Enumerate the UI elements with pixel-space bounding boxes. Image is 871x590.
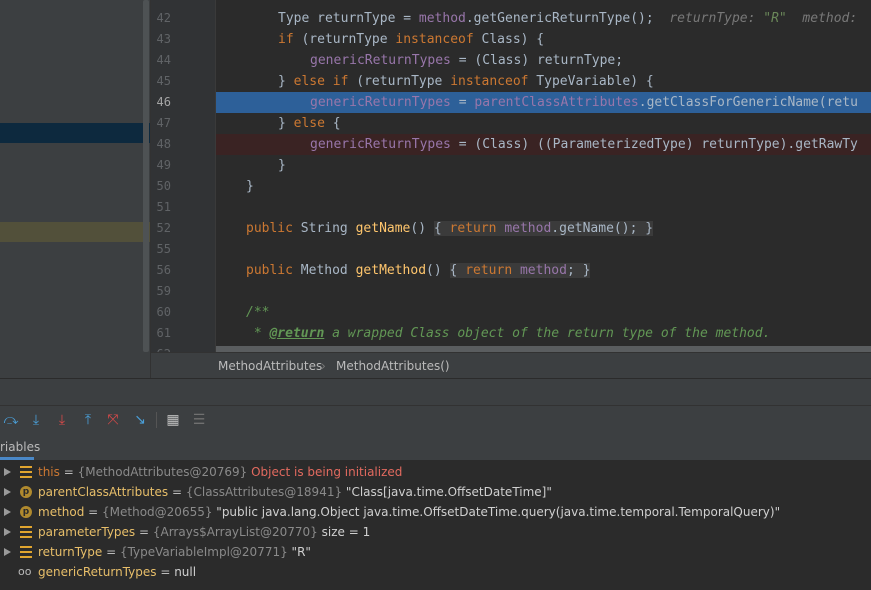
code-comment: /** <box>246 305 270 320</box>
show-execution-point-icon[interactable]: ⤼ <box>2 411 20 429</box>
variable-text: returnType = {TypeVariableImpl@20771} "R… <box>38 545 311 559</box>
line-number: 50 <box>156 179 171 193</box>
breadcrumb-separator: › <box>321 359 326 373</box>
code-text: genericReturnTypes = (Class) ((Parameter… <box>310 137 858 152</box>
tab-variables[interactable]: riables <box>0 434 46 460</box>
code-text: if (returnType instanceof Class) { <box>278 32 545 47</box>
variable-text: method = {Method@20655} "public java.lan… <box>38 505 781 519</box>
local-variable-icon <box>20 546 32 558</box>
code-text: } else { <box>278 116 341 131</box>
line-number: 59 <box>156 284 171 298</box>
line-number: 60 <box>156 305 171 319</box>
toolbar-separator <box>156 412 157 428</box>
watch-field-icon: oo <box>18 565 32 578</box>
tab-variables-label: riables <box>0 440 41 454</box>
code-line[interactable]: public String getName() { return method.… <box>216 218 871 239</box>
code-line[interactable]: } <box>216 176 871 197</box>
variable-text: parentClassAttributes = {ClassAttributes… <box>38 485 552 499</box>
line-number: 49 <box>156 158 171 172</box>
parameter-icon: p <box>20 506 32 518</box>
breadcrumb-item-method[interactable]: MethodAttributes() <box>336 359 450 373</box>
project-panel-scrollbar[interactable] <box>143 0 149 352</box>
line-number: 48 <box>156 137 171 151</box>
project-tree-selected-row[interactable] <box>0 123 150 143</box>
line-number: 46 <box>156 95 171 109</box>
variable-row[interactable]: returnType = {TypeVariableImpl@20771} "R… <box>0 542 871 562</box>
code-line[interactable]: if (returnType instanceof Class) { <box>216 29 871 50</box>
code-line[interactable]: } else if (returnType instanceof TypeVar… <box>216 71 871 92</box>
local-variable-icon <box>20 526 32 538</box>
project-tree-highlighted-row[interactable] <box>0 222 150 242</box>
line-number: 43 <box>156 32 171 46</box>
variable-text: parameterTypes = {Arrays$ArrayList@20770… <box>38 525 371 539</box>
code-line[interactable]: } <box>216 155 871 176</box>
expand-arrow-icon[interactable] <box>4 548 11 556</box>
code-comment: * @return a wrapped Class object of the … <box>246 326 771 341</box>
debug-tool-window-header <box>0 378 871 406</box>
breakpoint-line[interactable]: genericReturnTypes = (Class) ((Parameter… <box>216 134 871 155</box>
variable-text: genericReturnTypes = null <box>38 565 197 579</box>
code-line[interactable] <box>216 197 871 218</box>
debugger-tabs: riables <box>0 434 871 461</box>
line-number: 61 <box>156 326 171 340</box>
trace-icon[interactable]: ☰ <box>190 411 208 429</box>
line-number: 51 <box>156 200 171 214</box>
parameter-icon: p <box>20 486 32 498</box>
line-numbers: 42 43 44 45 46 47 48 49 50 51 52 55 56 5… <box>151 0 215 352</box>
code-line[interactable]: * @return a wrapped Class object of the … <box>216 323 871 344</box>
step-into-icon[interactable]: ⤓ <box>53 411 71 429</box>
line-number: 44 <box>156 53 171 67</box>
code-text: Type returnType = method.getGenericRetur… <box>278 11 858 26</box>
tab-active-indicator <box>0 457 34 460</box>
line-number: 56 <box>156 263 171 277</box>
line-number: 55 <box>156 242 171 256</box>
line-number: 62 <box>151 344 171 352</box>
variable-row[interactable]: p parentClassAttributes = {ClassAttribut… <box>0 482 871 502</box>
variables-tree[interactable]: this = {MethodAttributes@20769} Object i… <box>0 461 871 590</box>
code-line[interactable] <box>216 239 871 260</box>
evaluate-expression-icon[interactable]: ▦ <box>164 411 182 429</box>
expand-arrow-icon[interactable] <box>4 508 11 516</box>
breadcrumb: MethodAttributes › MethodAttributes() <box>151 352 871 379</box>
code-line[interactable]: } else { <box>216 113 871 134</box>
project-panel[interactable] <box>0 0 151 378</box>
expand-arrow-icon[interactable] <box>4 488 11 496</box>
debugger-toolbar: ⤼ ⤓ ⤓ ⤒ ⤧ ↘ ▦ ☰ <box>0 405 871 435</box>
expand-arrow-icon[interactable] <box>4 468 11 476</box>
code-line[interactable]: genericReturnTypes = (Class) returnType; <box>216 50 871 71</box>
line-number: 45 <box>156 74 171 88</box>
code-line[interactable]: public Method getMethod() { return metho… <box>216 260 871 281</box>
current-execution-line[interactable]: genericReturnTypes = parentClassAttribut… <box>216 92 871 113</box>
run-to-cursor-icon[interactable]: ↘ <box>131 411 149 429</box>
step-over-icon[interactable]: ⤓ <box>27 411 45 429</box>
code-text: genericReturnTypes = parentClassAttribut… <box>310 95 858 110</box>
code-line[interactable]: /** <box>216 302 871 323</box>
code-text: genericReturnTypes = (Class) returnType; <box>310 53 624 68</box>
code-text: public String getName() { return method.… <box>246 221 654 236</box>
code-text: } <box>246 179 254 194</box>
code-editor[interactable]: Type returnType = method.getGenericRetur… <box>216 0 871 352</box>
code-line[interactable]: Type returnType = method.getGenericRetur… <box>216 8 871 29</box>
variable-row[interactable]: parameterTypes = {Arrays$ArrayList@20770… <box>0 522 871 542</box>
expand-arrow-icon[interactable] <box>4 528 11 536</box>
step-out-icon[interactable]: ⤒ <box>79 411 97 429</box>
code-text: public Method getMethod() { return metho… <box>246 263 591 278</box>
breadcrumb-item-class[interactable]: MethodAttributes <box>218 359 322 373</box>
variable-row[interactable]: p method = {Method@20655} "public java.l… <box>0 502 871 522</box>
code-text: } else if (returnType instanceof TypeVar… <box>278 74 654 89</box>
line-number: 52 <box>156 221 171 235</box>
drop-frame-icon[interactable]: ⤧ <box>104 411 122 429</box>
line-number: 42 <box>156 11 171 25</box>
variable-text: this = {MethodAttributes@20769} Object i… <box>38 465 403 479</box>
variable-row[interactable]: oo genericReturnTypes = null <box>0 562 871 582</box>
code-line[interactable] <box>216 281 871 302</box>
line-number: 47 <box>156 116 171 130</box>
object-field-icon <box>20 466 32 478</box>
code-text: } <box>278 158 286 173</box>
variable-row[interactable]: this = {MethodAttributes@20769} Object i… <box>0 462 871 482</box>
